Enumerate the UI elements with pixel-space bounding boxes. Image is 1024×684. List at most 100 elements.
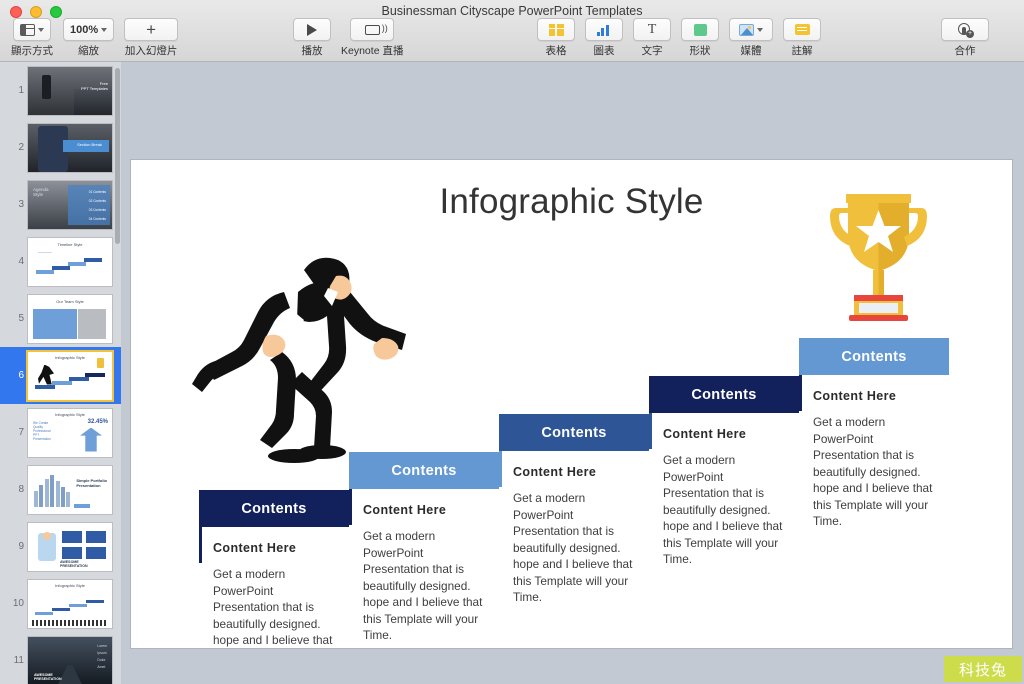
- thumbnail-number: 3: [18, 199, 24, 210]
- play-label: 播放: [301, 45, 323, 57]
- thumbnail-preview[interactable]: Lorem Ipsum Dolor Amet AWESOME PRESENTATION: [28, 636, 112, 684]
- running-businessman-icon: [192, 257, 406, 463]
- insert-comment-button[interactable]: 註解: [783, 18, 821, 57]
- trophy-icon: [830, 194, 927, 321]
- toolbar-left-group: 顯示方式 100% 縮放 + 加入幻燈片: [6, 18, 183, 57]
- step-column-4[interactable]: Contents Content Here Get a modern PowerPo…: [649, 376, 799, 568]
- thumbnail-number: 6: [18, 370, 24, 381]
- thumbnail-number: 7: [18, 427, 24, 438]
- window-title: Businessman Cityscape PowerPoint Templat…: [381, 4, 643, 18]
- step-paragraph-1: Get a modern PowerPoint Presentation tha…: [213, 567, 333, 647]
- thumbnail-preview[interactable]: Our Team Style: [28, 294, 112, 343]
- add-slide-button[interactable]: + 加入幻燈片: [124, 18, 179, 57]
- view-mode-label: 顯示方式: [11, 45, 53, 57]
- step-header-4: Contents: [649, 376, 799, 413]
- thumbnail-number: 8: [18, 484, 24, 495]
- thumbnail-preview[interactable]: Section Break: [28, 123, 112, 172]
- thumbnail-item-1[interactable]: 1 Free PPT Templates: [0, 62, 121, 119]
- collaborate-icon: +: [957, 22, 974, 38]
- thumbnail-item-10[interactable]: 10 Infographic Style: [0, 575, 121, 632]
- thumbnail-preview[interactable]: Free PPT Templates: [28, 66, 112, 115]
- thumbnail-item-6[interactable]: 6 Infographic Style: [0, 347, 121, 404]
- thumbnail-number: 2: [18, 142, 24, 153]
- add-slide-label: 加入幻燈片: [124, 45, 178, 57]
- step-rule-4: [649, 413, 652, 449]
- toolbar-insert-group: 表格 圖表 T 文字 形狀 媒體 註解: [532, 18, 826, 57]
- media-icon: [739, 23, 754, 36]
- text-icon: T: [647, 21, 657, 37]
- sidebar-scrollbar-thumb[interactable]: [115, 68, 120, 244]
- insert-shape-label: 形狀: [689, 45, 711, 57]
- insert-chart-button[interactable]: 圖表: [585, 18, 623, 57]
- insert-media-label: 媒體: [740, 45, 762, 57]
- thumbnail-preview[interactable]: Infographic Style 32.45% We Create Quality P…: [28, 408, 112, 457]
- step-subheading-5: Content Here: [813, 389, 897, 403]
- thumbnail-number: 5: [18, 313, 24, 324]
- step-paragraph-4: Get a modern PowerPoint Presentation tha…: [663, 453, 783, 566]
- thumbnail-number: 1: [18, 85, 24, 96]
- step-header-2: Contents: [349, 452, 499, 489]
- toolbar-play-group: 播放 Keynote 直播: [288, 18, 408, 57]
- step-rule-3: [499, 451, 502, 487]
- thumbnail-item-11[interactable]: 11 Lorem Ipsum Dolor Amet AWESOME PRESENTATION: [0, 632, 121, 684]
- collaborate-button[interactable]: + 合作: [941, 18, 989, 57]
- insert-media-button[interactable]: 媒體: [729, 18, 773, 57]
- step-paragraph-2: Get a modern PowerPoint Presentation tha…: [363, 529, 483, 642]
- keynote-live-button[interactable]: Keynote 直播: [341, 18, 403, 57]
- step-column-5[interactable]: Contents Content Here Get a modern PowerPo…: [799, 338, 949, 530]
- thumbnail-item-5[interactable]: 5 Our Team Style: [0, 290, 121, 347]
- thumbnail-item-7[interactable]: 7 Infographic Style 32.45% We Create Quality…: [0, 404, 121, 461]
- play-button[interactable]: 播放: [293, 18, 331, 57]
- play-icon: [307, 23, 317, 36]
- slide-canvas[interactable]: Infographic Style Contents Content Here …: [121, 62, 1024, 684]
- comment-icon: [794, 24, 810, 35]
- chart-icon: [596, 24, 612, 36]
- step-body-5: Content Here Get a modern PowerPoint Pres…: [799, 375, 949, 530]
- layout-icon: [20, 23, 35, 36]
- step-column-1[interactable]: Contents Content Here Get a modern PowerPo…: [199, 490, 349, 648]
- thumbnail-number: 9: [18, 541, 24, 552]
- thumbnail-number: 11: [13, 655, 24, 666]
- toolbar-right-group: + 合作: [936, 18, 994, 57]
- step-paragraph-3: Get a modern PowerPoint Presentation tha…: [513, 491, 633, 604]
- chevron-down-icon: [757, 27, 763, 32]
- step-rule-5: [799, 375, 802, 411]
- view-mode-button[interactable]: 顯示方式: [11, 18, 53, 57]
- current-slide[interactable]: Infographic Style Contents Content Here …: [131, 160, 1012, 648]
- thumbnail-number: 10: [12, 598, 24, 609]
- thumbnail-item-8[interactable]: 8 Simple Portfolio Presentation: [0, 461, 121, 518]
- thumbnail-preview[interactable]: Agenda Style 01 Contents 02 Contents 03 Cont…: [28, 180, 112, 229]
- zoom-label: 縮放: [78, 45, 100, 57]
- insert-shape-button[interactable]: 形狀: [681, 18, 719, 57]
- thumbnail-item-2[interactable]: 2 Section Break: [0, 119, 121, 176]
- thumbnail-list[interactable]: 1 Free PPT Templates 2 Section Break 3 Agenda S…: [0, 62, 121, 684]
- table-icon: [548, 23, 564, 36]
- step-column-3[interactable]: Contents Content Here Get a modern PowerPo…: [499, 414, 649, 606]
- step-header-5: Contents: [799, 338, 949, 375]
- insert-table-button[interactable]: 表格: [537, 18, 575, 57]
- thumbnail-item-3[interactable]: 3 Agenda Style 01 Contents 02 Contents 03 Con…: [0, 176, 121, 233]
- step-column-2[interactable]: Contents Content Here Get a modern PowerPo…: [349, 452, 499, 644]
- step-subheading-2: Content Here: [363, 503, 447, 517]
- zoom-button-toolbar[interactable]: 100% 縮放: [63, 18, 115, 57]
- slide-navigator[interactable]: 1 Free PPT Templates 2 Section Break 3 Agenda S…: [0, 62, 121, 684]
- thumbnail-preview[interactable]: Simple Portfolio Presentation: [28, 465, 112, 514]
- zoom-value: 100%: [70, 23, 99, 36]
- collaborate-label: 合作: [954, 45, 976, 57]
- step-body-2: Content Here Get a modern PowerPoint Pres…: [349, 489, 499, 644]
- step-rule-1: [199, 527, 202, 563]
- insert-text-button[interactable]: T 文字: [633, 18, 671, 57]
- thumbnail-preview[interactable]: Infographic Style: [28, 579, 112, 628]
- step-header-1: Contents: [199, 490, 349, 527]
- thumbnail-preview[interactable]: AWESOME PRESENTATION: [28, 522, 112, 571]
- thumbnail-item-9[interactable]: 9 AWESOME PRESENTATION: [0, 518, 121, 575]
- step-body-3: Content Here Get a modern PowerPoint Pres…: [499, 451, 649, 606]
- thumbnail-preview[interactable]: Timeline Style: [28, 237, 112, 286]
- thumbnail-item-4[interactable]: 4 Timeline Style: [0, 233, 121, 290]
- shape-icon: [693, 23, 707, 36]
- thumbnail-preview[interactable]: Infographic Style: [28, 351, 112, 400]
- step-rule-2: [349, 489, 352, 525]
- insert-chart-label: 圖表: [593, 45, 615, 57]
- chevron-down-icon: [101, 27, 108, 32]
- cast-icon: [364, 23, 388, 35]
